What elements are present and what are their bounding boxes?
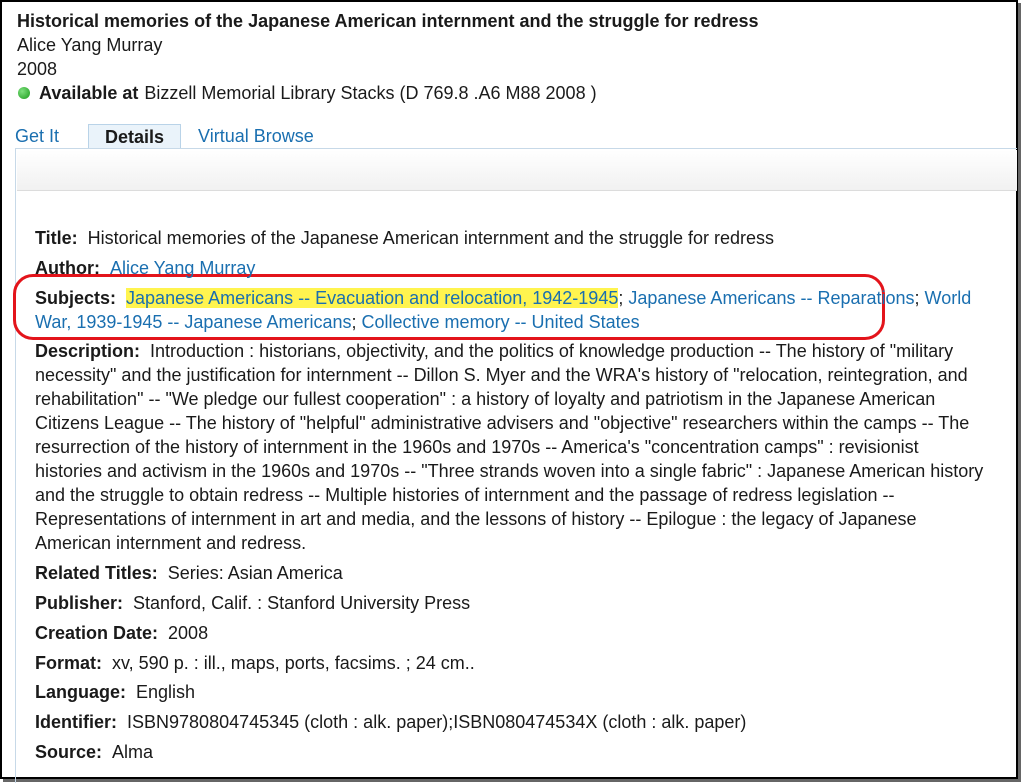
record-author: Alice Yang Murray: [17, 35, 163, 55]
tab-get-it[interactable]: Get It: [15, 124, 59, 148]
subject-link[interactable]: Japanese Americans -- Evacuation and rel…: [126, 287, 619, 308]
source-value: Alma: [112, 741, 154, 762]
detail-language: Language: English: [35, 680, 985, 704]
detail-source: Source: Alma: [35, 740, 985, 764]
description-value: Introduction : historians, objectivity, …: [35, 341, 984, 554]
title-label: Title:: [35, 228, 78, 248]
language-value: English: [136, 682, 196, 703]
publisher-value: Stanford, Calif. : Stanford University P…: [133, 592, 471, 613]
availability-label: Available at: [39, 83, 139, 103]
record-title[interactable]: Historical memories of the Japanese Amer…: [17, 9, 759, 33]
subject-separator: ;: [914, 287, 925, 308]
source-label: Source:: [35, 741, 103, 762]
availability-location: Bizzell Memorial Library Stacks (D 769.8…: [144, 83, 597, 103]
identifier-value: ISBN9780804745345 (cloth : alk. paper);I…: [127, 712, 747, 733]
availability-status[interactable]: Available at Bizzell Memorial Library St…: [17, 81, 759, 105]
available-status-icon: [18, 87, 30, 99]
related-label: Related Titles:: [35, 563, 158, 584]
detail-author: Author: Alice Yang Murray: [35, 256, 985, 280]
language-label: Language:: [35, 682, 127, 703]
format-value: xv, 590 p. : ill., maps, ports, facsims.…: [112, 652, 475, 673]
detail-subjects: Subjects: Japanese Americans -- Evacuatio…: [35, 286, 985, 334]
publisher-label: Publisher:: [35, 592, 124, 613]
record-tabs: Get It Details Virtual Browse: [15, 124, 314, 148]
identifier-label: Identifier:: [35, 712, 118, 733]
author-label: Author:: [35, 257, 100, 278]
description-label: Description:: [35, 341, 141, 362]
subjects-label: Subjects:: [35, 287, 117, 308]
subject-separator: ;: [351, 311, 362, 332]
detail-description: Description: Introduction : historians, o…: [35, 339, 985, 555]
detail-format: Format: xv, 590 p. : ill., maps, ports, f…: [35, 651, 985, 675]
detail-identifier: Identifier: ISBN9780804745345 (cloth : al…: [35, 710, 985, 734]
detail-related-titles: Related Titles: Series: Asian America: [35, 561, 985, 585]
record-header: Historical memories of the Japanese Amer…: [17, 9, 759, 105]
related-value: Series: Asian America: [167, 563, 343, 584]
tab-details[interactable]: Details: [88, 124, 182, 148]
creation-label: Creation Date:: [35, 622, 159, 643]
tab-virtual-browse[interactable]: Virtual Browse: [198, 124, 314, 148]
detail-creation-date: Creation Date: 2008: [35, 621, 985, 645]
detail-publisher: Publisher: Stanford, Calif. : Stanford Un…: [35, 591, 985, 615]
subject-link[interactable]: Collective memory -- United States: [362, 312, 640, 332]
record-year: 2008: [17, 59, 58, 79]
format-label: Format:: [35, 652, 102, 673]
creation-value: 2008: [168, 622, 209, 643]
title-value: Historical memories of the Japanese Amer…: [87, 228, 775, 248]
author-link[interactable]: Alice Yang Murray: [110, 258, 255, 278]
panel-toolbar: [17, 150, 1017, 191]
details-list: Title: Historical memories of the Japanes…: [35, 226, 985, 770]
subject-separator: ;: [618, 287, 629, 308]
subject-link[interactable]: Japanese Americans -- Reparations: [628, 288, 914, 308]
detail-title: Title: Historical memories of the Japanes…: [35, 226, 985, 250]
